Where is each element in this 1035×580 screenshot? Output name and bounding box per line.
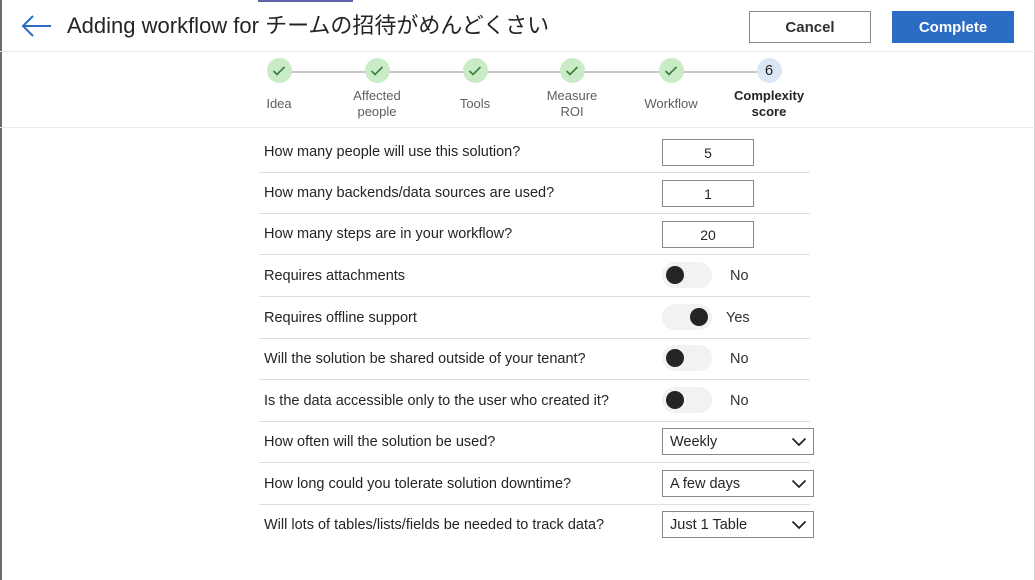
question-label: How long could you tolerate solution dow…	[264, 476, 572, 492]
step-workflow[interactable]: Workflow	[626, 58, 716, 112]
frequency-dropdown[interactable]: Weekly	[662, 428, 814, 455]
question-label: Is the data accessible only to the user …	[264, 393, 609, 409]
question-row-steps: How many steps are in your workflow?	[259, 214, 810, 255]
toggle-knob	[666, 266, 684, 284]
question-row-attachments: Requires attachments No	[259, 256, 810, 297]
people-count-input[interactable]	[662, 139, 754, 166]
question-label: Requires attachments	[264, 268, 406, 284]
step-label: Workflow	[644, 96, 698, 111]
back-arrow-icon[interactable]	[20, 12, 54, 40]
complete-button[interactable]: Complete	[892, 11, 1014, 43]
question-row-offline: Requires offline support Yes	[259, 298, 810, 339]
checkmark-icon	[559, 58, 585, 83]
question-label: Will lots of tables/lists/fields be need…	[264, 517, 605, 533]
question-row-tables: Will lots of tables/lists/fields be need…	[259, 505, 814, 546]
tables-dropdown[interactable]: Just 1 Table	[662, 511, 814, 538]
chevron-down-icon	[791, 479, 807, 489]
shared-outside-tenant-toggle[interactable]	[662, 345, 712, 371]
header: Adding workflow for チームの招待がめんどくさい Cancel…	[0, 0, 1035, 52]
cancel-button[interactable]: Cancel	[749, 11, 871, 43]
question-label: How many people will use this solution?	[264, 144, 521, 160]
data-access-toggle[interactable]	[662, 387, 712, 413]
downtime-dropdown[interactable]: A few days	[662, 470, 814, 497]
toggle-state-label: No	[730, 268, 749, 284]
step-measure-roi[interactable]: Measure ROI	[527, 58, 617, 120]
step-label: Idea	[266, 96, 292, 111]
step-label: Affected people	[353, 88, 401, 119]
step-label: Complexity score	[734, 88, 805, 119]
step-label: Tools	[459, 96, 491, 111]
toggle-knob	[666, 349, 684, 367]
steps-count-input[interactable]	[662, 221, 754, 248]
backends-count-input[interactable]	[662, 180, 754, 207]
question-row-frequency: How often will the solution be used? Wee…	[259, 422, 814, 463]
question-row-backends: How many backends/data sources are used?	[259, 173, 810, 214]
dropdown-value: A few days	[670, 476, 741, 492]
question-label: Requires offline support	[264, 310, 417, 326]
checkmark-icon	[364, 58, 390, 83]
checkmark-icon	[658, 58, 684, 83]
question-row-downtime: How long could you tolerate solution dow…	[259, 464, 814, 505]
checkmark-icon	[462, 58, 488, 83]
dropdown-value: Weekly	[670, 434, 718, 450]
question-row-people: How many people will use this solution?	[259, 132, 810, 173]
question-row-shared: Will the solution be shared outside of y…	[259, 339, 810, 380]
question-label: Will the solution be shared outside of y…	[264, 351, 586, 367]
page-title: Adding workflow for チームの招待がめんどくさい	[67, 13, 550, 38]
toggle-state-label: Yes	[726, 310, 750, 326]
question-row-data-access: Is the data accessible only to the user …	[259, 381, 810, 422]
chevron-down-icon	[791, 437, 807, 447]
step-affected-people[interactable]: Affected people	[332, 58, 422, 120]
toggle-state-label: No	[730, 393, 749, 409]
toggle-knob	[666, 391, 684, 409]
question-label: How many backends/data sources are used?	[264, 185, 555, 201]
question-label: How many steps are in your workflow?	[264, 226, 513, 242]
step-idea[interactable]: Idea	[234, 58, 324, 112]
toggle-state-label: No	[730, 351, 749, 367]
offline-support-toggle[interactable]	[662, 304, 712, 330]
chevron-down-icon	[791, 520, 807, 530]
checkmark-icon	[266, 58, 292, 83]
question-label: How often will the solution be used?	[264, 434, 496, 450]
step-complexity-score[interactable]: 6 Complexity score	[724, 58, 814, 120]
step-label: Measure ROI	[546, 88, 598, 119]
dropdown-value: Just 1 Table	[670, 517, 748, 533]
step-tools[interactable]: Tools	[430, 58, 520, 112]
attachments-toggle[interactable]	[662, 262, 712, 288]
step-number: 6	[756, 58, 782, 83]
toggle-knob	[690, 308, 708, 326]
